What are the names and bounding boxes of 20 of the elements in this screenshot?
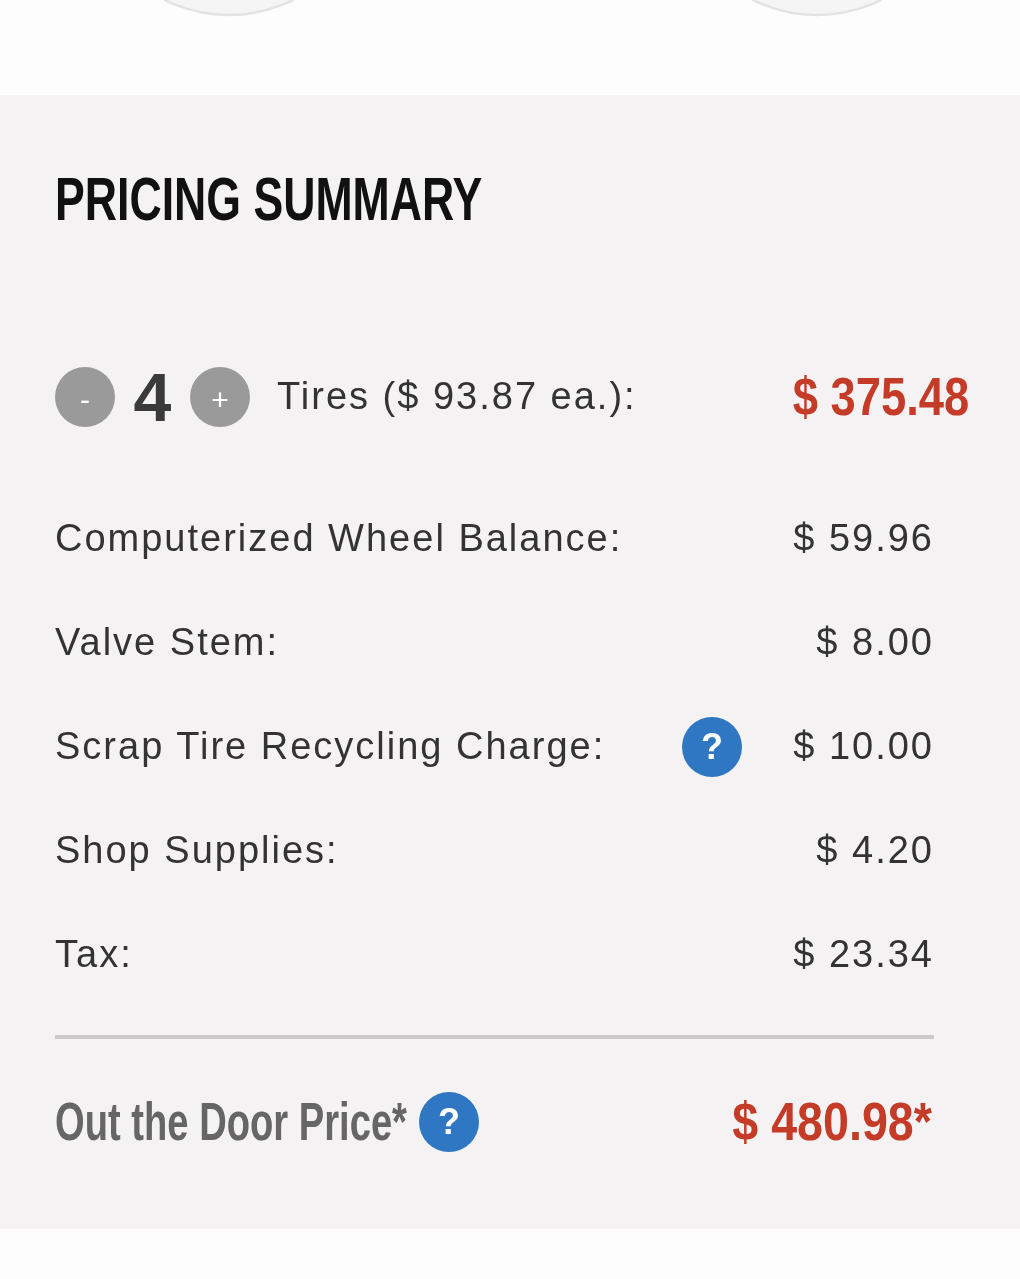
charge-label: Valve Stem: [55, 620, 280, 666]
tires-price: $ 375.48 [792, 367, 969, 427]
help-button[interactable]: ? [418, 1092, 479, 1152]
help-button[interactable]: ? [682, 717, 742, 777]
charge-amount: $ 23.34 [793, 932, 934, 978]
section-title: PRICING SUMMARY [55, 168, 483, 230]
increment-button[interactable]: + [190, 367, 250, 427]
charge-amount: $ 10.00 [793, 724, 934, 770]
charge-label: Scrap Tire Recycling Charge: [55, 724, 606, 770]
charge-label: Shop Supplies: [55, 828, 339, 874]
total-amount: $ 480.98* [732, 1092, 932, 1152]
total-label: Out the Door Price* [55, 1092, 407, 1152]
charge-amount: $ 8.00 [816, 620, 934, 666]
tires-label: Tires ($ 93.87 ea.): [277, 374, 637, 420]
charge-amount: $ 59.96 [793, 516, 934, 562]
charge-label: Computerized Wheel Balance: [55, 516, 623, 562]
charge-label: Tax: [55, 932, 133, 978]
decrement-button[interactable]: - [55, 367, 115, 427]
quantity-value: 4 [132, 367, 173, 427]
charge-amount: $ 4.20 [816, 828, 934, 874]
